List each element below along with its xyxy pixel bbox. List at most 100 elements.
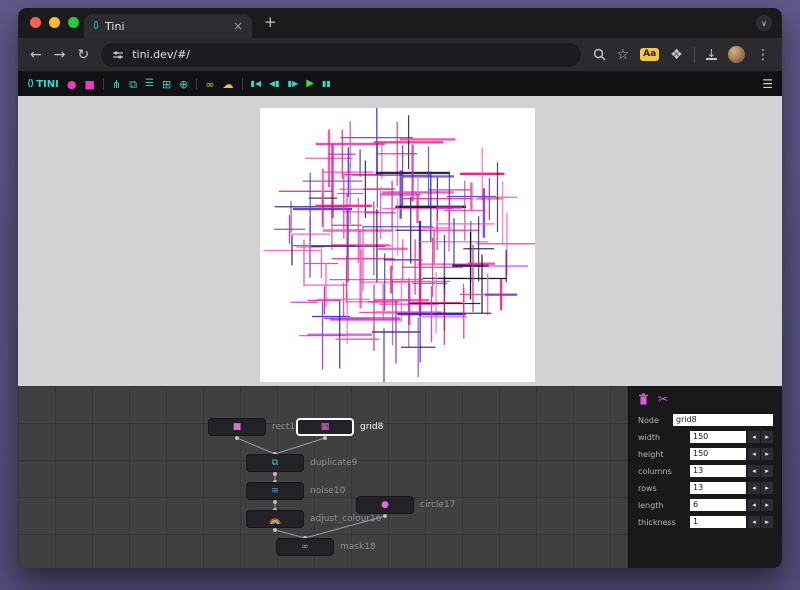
node-label-mask18: mask18 bbox=[340, 542, 376, 552]
artwork-canvas[interactable] bbox=[260, 108, 535, 382]
toolbar-divider bbox=[196, 78, 197, 90]
step-back-icon[interactable]: ◀▮ bbox=[269, 80, 280, 88]
property-row-length: length6◂▸ bbox=[638, 499, 773, 511]
duplicate-tool-icon[interactable]: ⧉ bbox=[129, 79, 137, 90]
length-input[interactable]: 6 bbox=[690, 499, 746, 511]
property-label-length: length bbox=[638, 501, 690, 510]
node-noise10[interactable]: ≡ bbox=[246, 482, 304, 500]
rows-spinner: ◂▸ bbox=[748, 482, 773, 494]
columns-increment-button[interactable]: ▸ bbox=[761, 465, 773, 477]
length-decrement-button[interactable]: ◂ bbox=[748, 499, 760, 511]
app-logo: ⟨⟩ TINI bbox=[27, 79, 59, 90]
node-grid8[interactable]: ▦ bbox=[296, 418, 354, 436]
property-row-rows: rows13◂▸ bbox=[638, 482, 773, 494]
zoom-icon[interactable] bbox=[593, 48, 606, 61]
extensions-icon[interactable]: ❖ bbox=[670, 48, 683, 62]
node-editor[interactable]: ■rect12▦grid8⧉duplicate9≡noise10adjust_c… bbox=[18, 386, 782, 568]
tab-list-chevron-icon[interactable]: ∨ bbox=[756, 15, 772, 31]
bookmark-star-icon[interactable]: ☆ bbox=[617, 48, 630, 62]
navbar-divider bbox=[694, 47, 695, 63]
tab-close-icon[interactable]: × bbox=[233, 19, 243, 33]
circle17-icon: ● bbox=[381, 500, 389, 510]
cloud-tool-icon[interactable]: ☁ bbox=[223, 79, 234, 90]
length-increment-button[interactable]: ▸ bbox=[761, 499, 773, 511]
columns-spinner: ◂▸ bbox=[748, 465, 773, 477]
new-tab-button[interactable]: + bbox=[264, 13, 277, 31]
thickness-decrement-button[interactable]: ◂ bbox=[748, 516, 760, 528]
node-duplicate9[interactable]: ⧉ bbox=[246, 454, 304, 472]
height-increment-button[interactable]: ▸ bbox=[761, 448, 773, 460]
node-label-grid8: grid8 bbox=[360, 422, 383, 432]
node-label-noise10: noise10 bbox=[310, 486, 345, 496]
width-decrement-button[interactable]: ◂ bbox=[748, 431, 760, 443]
app-toolbar: ⟨⟩ TINI ● ■ ⋔ ⧉ ☰ ⊞ ⊕ ∞ ☁ ▮◀ ◀▮ ▮▶ ▶ ▮▮ ☰ bbox=[18, 72, 782, 96]
property-label-rows: rows bbox=[638, 484, 690, 493]
node-mask18[interactable]: ∞ bbox=[276, 538, 334, 556]
tab-favicon-icon: ⟨⟩ bbox=[93, 21, 98, 31]
node-label-duplicate9: duplicate9 bbox=[310, 458, 357, 468]
maximize-window-icon[interactable] bbox=[68, 17, 79, 28]
back-button[interactable]: ← bbox=[30, 48, 42, 62]
profile-avatar[interactable] bbox=[728, 46, 745, 63]
target-tool-icon[interactable]: ⊕ bbox=[179, 79, 188, 90]
square-tool-icon[interactable]: ■ bbox=[84, 79, 94, 90]
reload-button[interactable]: ↻ bbox=[77, 48, 89, 62]
grid8-icon: ▦ bbox=[321, 422, 330, 432]
tab-strip: ⟨⟩ Tini × + ∨ bbox=[18, 8, 782, 38]
circle-tool-icon[interactable]: ● bbox=[67, 79, 77, 90]
width-input[interactable]: 150 bbox=[690, 431, 746, 443]
downloads-icon[interactable]: ↓ bbox=[706, 49, 717, 60]
property-row-width: width150◂▸ bbox=[638, 431, 773, 443]
height-decrement-button[interactable]: ◂ bbox=[748, 448, 760, 460]
glasses-tool-icon[interactable]: ∞ bbox=[205, 79, 214, 90]
thickness-increment-button[interactable]: ▸ bbox=[761, 516, 773, 528]
artwork-svg bbox=[260, 108, 535, 382]
thickness-spinner: ◂▸ bbox=[748, 516, 773, 528]
cut-node-button[interactable]: ✂ bbox=[658, 393, 668, 405]
skip-start-icon[interactable]: ▮◀ bbox=[251, 80, 262, 88]
browser-tab[interactable]: ⟨⟩ Tini × bbox=[84, 14, 252, 38]
toolbar-divider bbox=[242, 78, 243, 90]
pause-icon[interactable]: ▮▮ bbox=[322, 80, 331, 88]
rows-decrement-button[interactable]: ◂ bbox=[748, 482, 760, 494]
columns-input[interactable]: 13 bbox=[690, 465, 746, 477]
app-toolbar-tools: ● ■ ⋔ ⧉ ☰ ⊞ ⊕ ∞ ☁ ▮◀ ◀▮ ▮▶ ▶ ▮▮ bbox=[67, 78, 331, 90]
step-forward-icon[interactable]: ▮▶ bbox=[288, 80, 299, 88]
node-circle17[interactable]: ● bbox=[356, 496, 414, 514]
node-adjust_colour16[interactable] bbox=[246, 510, 304, 528]
property-label-height: height bbox=[638, 450, 690, 459]
noise10-icon: ≡ bbox=[271, 486, 279, 496]
node-input[interactable]: grid8 bbox=[673, 414, 773, 426]
rows-increment-button[interactable]: ▸ bbox=[761, 482, 773, 494]
address-bar[interactable]: tini.dev/#/ bbox=[101, 43, 580, 67]
property-label-columns: columns bbox=[638, 467, 690, 476]
graph-tool-icon[interactable]: ⋔ bbox=[112, 79, 121, 90]
site-settings-icon[interactable] bbox=[112, 49, 124, 61]
rows-input[interactable]: 13 bbox=[690, 482, 746, 494]
list-tool-icon[interactable]: ☰ bbox=[145, 79, 154, 89]
add-frame-tool-icon[interactable]: ⊞ bbox=[162, 79, 171, 90]
height-input[interactable]: 150 bbox=[690, 448, 746, 460]
play-icon[interactable]: ▶ bbox=[306, 79, 314, 89]
node-label-adjust_colour16: adjust_colour16 bbox=[310, 514, 381, 524]
reader-mode-badge[interactable]: Aa bbox=[640, 48, 659, 61]
navbar-actions: ☆ Aa ❖ ↓ ⋮ bbox=[593, 46, 770, 63]
browser-menu-icon[interactable]: ⋮ bbox=[756, 48, 770, 62]
thickness-input[interactable]: 1 bbox=[690, 516, 746, 528]
columns-decrement-button[interactable]: ◂ bbox=[748, 465, 760, 477]
app-menu-icon[interactable]: ☰ bbox=[762, 77, 773, 91]
toolbar-divider bbox=[103, 78, 104, 90]
property-row-node: Nodegrid8 bbox=[638, 414, 773, 426]
browser-navbar: ← → ↻ tini.dev/#/ ☆ Aa ❖ bbox=[18, 38, 782, 72]
browser-window: ⟨⟩ Tini × + ∨ ← → ↻ tini.dev/#/ bbox=[18, 8, 782, 568]
width-increment-button[interactable]: ▸ bbox=[761, 431, 773, 443]
minimize-window-icon[interactable] bbox=[49, 17, 60, 28]
properties-panel: ✂ Nodegrid8width150◂▸height150◂▸columns1… bbox=[628, 386, 782, 568]
forward-button[interactable]: → bbox=[54, 48, 66, 62]
delete-node-button[interactable] bbox=[638, 393, 649, 405]
url-text: tini.dev/#/ bbox=[132, 48, 190, 61]
rect12-icon: ■ bbox=[233, 422, 242, 432]
property-label-node: Node bbox=[638, 416, 673, 425]
node-rect12[interactable]: ■ bbox=[208, 418, 266, 436]
close-window-icon[interactable] bbox=[30, 17, 41, 28]
